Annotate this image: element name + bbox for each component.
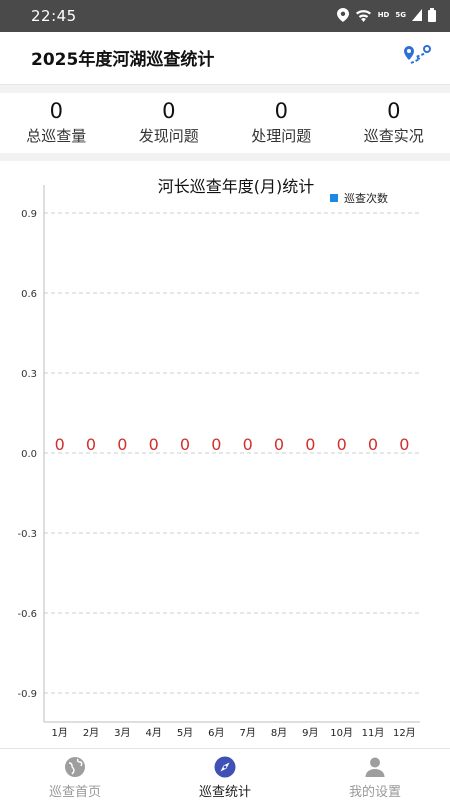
legend-label: 巡查次数 (344, 191, 388, 205)
status-bar: 22:45 HD 5G (0, 0, 450, 32)
x-tick-label: 3月 (114, 727, 130, 739)
stat-live-patrol[interactable]: 0 巡查实况 (338, 93, 450, 153)
bar-value-label: 0 (180, 435, 190, 454)
stats-summary: 0 总巡查量 0 发现问题 0 处理问题 0 巡查实况 (0, 93, 450, 153)
x-tick-label: 10月 (330, 727, 353, 739)
tab-label: 巡查统计 (198, 785, 251, 800)
bar-value-label: 0 (86, 435, 96, 454)
patrol-chart-card: 河长巡查年度(月)统计巡查次数 0.9 0.6 0.3 0.0 -0.3 -0.6 -0.9 0… (0, 161, 450, 748)
tab-patrol-home[interactable]: 巡查首页 (0, 749, 150, 800)
y-tick-label: 0.9 (21, 209, 37, 220)
signal-icon (412, 9, 422, 21)
bar-value-label: 0 (243, 435, 253, 454)
bar-value-label: 0 (211, 435, 221, 454)
battery-icon (428, 8, 436, 22)
legend-swatch (330, 194, 338, 202)
tab-my-settings[interactable]: 我的设置 (300, 749, 450, 800)
stat-value: 0 (162, 99, 176, 123)
person-icon (365, 757, 385, 777)
stat-label: 发现问题 (138, 127, 199, 145)
app-header: 2025年度河湖巡查统计 (0, 32, 450, 85)
globe-icon (65, 757, 85, 777)
bar-value-label: 0 (55, 435, 65, 454)
status-time: 22:45 (31, 7, 77, 25)
monthly-patrol-chart: 河长巡查年度(月)统计巡查次数 0.9 0.6 0.3 0.0 -0.3 -0.6 -0.9 0… (17, 177, 420, 739)
bar-value-label: 0 (149, 435, 159, 454)
y-tick-label: -0.6 (17, 609, 37, 620)
y-tick-label: 0.6 (21, 289, 37, 300)
x-tick-label: 12月 (393, 727, 416, 739)
bar-value-label: 0 (117, 435, 127, 454)
wifi-icon (355, 9, 371, 22)
tab-label: 我的设置 (348, 785, 401, 800)
y-tick-label: -0.3 (17, 529, 37, 540)
bar-value-label: 0 (337, 435, 347, 454)
signal-type-label: 5G (395, 11, 406, 19)
stat-total-patrols[interactable]: 0 总巡查量 (0, 93, 113, 153)
x-tick-label: 9月 (302, 727, 318, 739)
stat-issues-found[interactable]: 0 发现问题 (113, 93, 226, 153)
status-icons: HD 5G (336, 8, 436, 22)
x-tick-label: 2月 (83, 727, 99, 739)
x-tick-label: 7月 (239, 727, 255, 739)
y-tick-label: 0.3 (21, 369, 37, 380)
map-route-button[interactable] (396, 41, 434, 71)
bar-value-label: 0 (274, 435, 284, 454)
stat-value: 0 (387, 99, 401, 123)
y-tick-label: -0.9 (17, 689, 37, 700)
tab-label: 巡查首页 (48, 785, 101, 800)
chart-title: 河长巡查年度(月)统计 (158, 177, 315, 196)
map-route-icon (404, 45, 431, 64)
y-tick-label: 0.0 (21, 449, 37, 460)
x-tick-label: 4月 (145, 727, 161, 739)
stat-label: 总巡查量 (26, 127, 87, 145)
tab-patrol-stats[interactable]: 巡查统计 (150, 749, 300, 800)
x-tick-label: 8月 (271, 727, 287, 739)
x-tick-label: 1月 (51, 727, 67, 739)
location-icon (336, 8, 349, 22)
stat-value: 0 (49, 99, 63, 123)
bottom-tab-bar: 巡查首页 巡查统计 我的设置 (0, 748, 450, 800)
x-tick-label: 5月 (177, 727, 193, 739)
bar-value-label: 0 (399, 435, 409, 454)
stat-issues-handled[interactable]: 0 处理问题 (225, 93, 338, 153)
bar-value-label: 0 (305, 435, 315, 454)
stat-label: 巡查实况 (363, 127, 424, 145)
stat-value: 0 (274, 99, 288, 123)
page-title: 2025年度河湖巡查统计 (31, 50, 215, 70)
network-type-label: HD (377, 11, 390, 19)
stat-label: 处理问题 (251, 127, 312, 145)
bar-value-label: 0 (368, 435, 378, 454)
x-tick-label: 11月 (362, 727, 385, 739)
x-tick-label: 6月 (208, 727, 224, 739)
compass-icon (214, 756, 236, 778)
